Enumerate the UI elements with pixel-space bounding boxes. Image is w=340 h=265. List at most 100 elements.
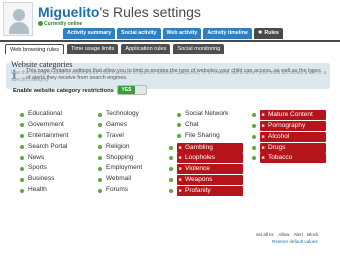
- category-label: Educational: [28, 110, 62, 117]
- section-title: Website categories: [11, 60, 73, 69]
- category-item[interactable]: ■ Pornography: [252, 120, 326, 131]
- gear-icon: ✱: [257, 30, 263, 36]
- category-item[interactable]: Chat: [177, 120, 243, 131]
- category-item[interactable]: Webmail: [98, 174, 142, 185]
- category-item[interactable]: Search Portal: [20, 142, 68, 153]
- tab-activity-summary[interactable]: Activity summary: [63, 28, 116, 39]
- category-item[interactable]: Sports: [20, 163, 68, 174]
- online-status-text: Currently online: [44, 21, 83, 27]
- block-icon: ■: [261, 155, 265, 162]
- tab-rules[interactable]: ✱ Rules: [253, 28, 283, 39]
- category-item[interactable]: News: [20, 153, 68, 164]
- category-item[interactable]: Social Network: [177, 109, 243, 120]
- category-label: Loopholes: [185, 154, 215, 162]
- category-label: Travel: [106, 131, 124, 139]
- category-item[interactable]: Forums: [98, 185, 142, 196]
- category-item[interactable]: Business: [20, 174, 68, 185]
- category-item[interactable]: Educational: [20, 109, 68, 120]
- allow-dot-icon: [20, 134, 24, 139]
- category-label: Sports: [28, 164, 47, 172]
- category-label: Social Network: [185, 110, 229, 117]
- avatar-body: [9, 22, 29, 34]
- tab-social-activity[interactable]: Social activity: [117, 28, 161, 39]
- allow-dot-icon: [20, 177, 24, 182]
- block-icon: ■: [261, 133, 265, 140]
- block-icon: ■: [261, 144, 265, 151]
- allow-dot-icon: [98, 145, 102, 150]
- category-label: Gambling: [185, 143, 213, 151]
- online-dot-icon: [38, 21, 43, 26]
- block-icon: ■: [178, 166, 182, 173]
- category-label: Webmail: [106, 175, 132, 183]
- header: Miguelito's Rules settings Currently onl…: [0, 0, 340, 40]
- set-all-allow-link[interactable]: Allow: [278, 232, 289, 237]
- enable-restrictions-label: Enable website category restrictions: [13, 88, 114, 94]
- category-label: Profanity: [185, 187, 211, 195]
- category-item[interactable]: ■ Weapons: [169, 175, 243, 186]
- online-status: Currently online: [38, 21, 82, 27]
- allow-dot-icon: [98, 123, 102, 128]
- allow-dot-icon: [252, 134, 256, 139]
- allow-dot-icon: [20, 156, 24, 161]
- allow-dot-icon: [177, 112, 181, 117]
- category-item[interactable]: ■ Profanity: [169, 186, 243, 197]
- tab-activity-timeline[interactable]: Activity timeline: [203, 28, 252, 39]
- allow-dot-icon: [20, 188, 24, 193]
- allow-dot-icon: [98, 167, 102, 172]
- subtab-time-usage-limits[interactable]: Time usage limits: [67, 44, 119, 54]
- allow-dot-icon: [177, 123, 181, 128]
- category-label: Weapons: [185, 176, 213, 184]
- allow-dot-icon: [177, 134, 181, 139]
- category-label: Tobacco: [268, 154, 293, 162]
- allow-dot-icon: [98, 134, 102, 139]
- category-item[interactable]: Government: [20, 120, 68, 131]
- set-all-label: set all to:: [256, 232, 275, 237]
- category-item[interactable]: ■ Gambling: [169, 142, 243, 153]
- allow-dot-icon: [98, 112, 102, 117]
- category-label: Pornography: [268, 121, 306, 129]
- category-item[interactable]: Technology: [98, 109, 142, 120]
- category-item[interactable]: ■ Loopholes: [169, 153, 243, 164]
- category-label: Religion: [106, 142, 130, 150]
- category-item[interactable]: Entertainment: [20, 131, 68, 142]
- category-label: Chat: [185, 120, 199, 128]
- toggle-value: YES: [118, 86, 135, 94]
- category-label: Violence: [185, 165, 210, 173]
- category-item[interactable]: Games: [98, 120, 142, 131]
- allow-dot-icon: [252, 112, 256, 117]
- allow-dot-icon: [98, 188, 102, 193]
- set-all-legend: set all to: Allow Alert Block Restore de…: [256, 232, 321, 244]
- avatar: [3, 2, 33, 36]
- category-item[interactable]: Health: [20, 185, 68, 196]
- allow-dot-icon: [169, 145, 173, 150]
- category-label: Business: [28, 175, 55, 183]
- category-item[interactable]: Shopping: [98, 153, 142, 164]
- block-icon: ■: [261, 122, 265, 129]
- category-label: Technology: [106, 110, 139, 117]
- category-item[interactable]: ■ Tobacco: [252, 153, 326, 164]
- category-item[interactable]: ■ Alcohol: [252, 131, 326, 142]
- set-all-block-link[interactable]: Block: [307, 232, 318, 237]
- category-item[interactable]: Religion: [98, 142, 142, 153]
- category-item[interactable]: Travel: [98, 131, 142, 142]
- category-label: Forums: [106, 186, 129, 194]
- subtab-application-rules[interactable]: Application rules: [121, 44, 171, 54]
- category-item[interactable]: ■ Mature Content: [252, 109, 326, 120]
- restore-defaults-link[interactable]: Restore default values: [272, 239, 318, 244]
- enable-restrictions-toggle[interactable]: YES: [117, 85, 147, 95]
- category-label: Search Portal: [28, 142, 68, 150]
- category-label: News: [28, 153, 45, 161]
- category-column-3: Social Network Chat File Sharing ■ Gambling ■…: [169, 109, 243, 197]
- set-all-alert-link[interactable]: Alert: [293, 232, 302, 237]
- category-label: Government: [28, 120, 64, 128]
- tab-web-activity[interactable]: Web activity: [162, 28, 202, 39]
- allow-dot-icon: [20, 112, 24, 117]
- category-item[interactable]: ■ Drugs: [252, 142, 326, 153]
- category-item[interactable]: Employment: [98, 163, 142, 174]
- category-item[interactable]: ■ Violence: [169, 164, 243, 175]
- subtab-web-browsing-rules[interactable]: Web browsing rules: [5, 44, 65, 54]
- category-item[interactable]: File Sharing: [177, 131, 243, 142]
- allow-dot-icon: [20, 123, 24, 128]
- category-label: Mature Content: [268, 110, 313, 118]
- subtab-social-monitoring[interactable]: Social monitoring: [173, 44, 225, 54]
